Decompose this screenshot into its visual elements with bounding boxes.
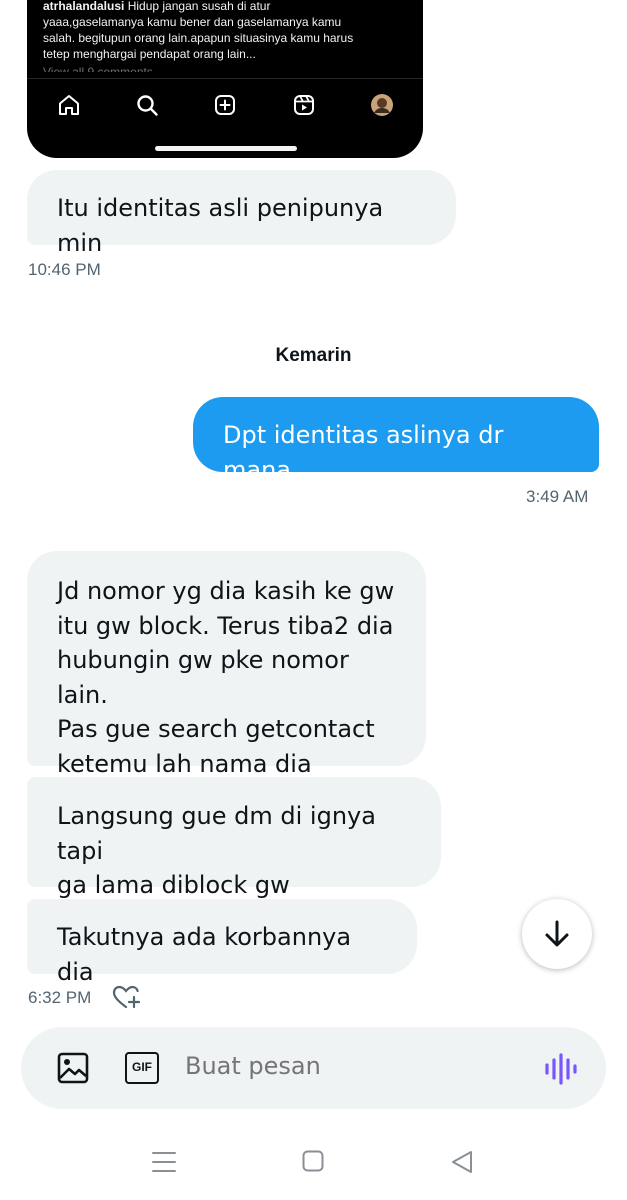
message-composer[interactable]: GIF <box>21 1027 606 1109</box>
message-text-line: ketemu lah nama dia <box>57 749 312 778</box>
voice-message-icon[interactable] <box>543 1052 577 1086</box>
search-icon <box>137 95 158 116</box>
message-text-line: itu gw block. Terus tiba2 dia <box>57 611 394 640</box>
message-text: Takutnya ada korbannya dia <box>57 923 352 986</box>
embedded-author: atrhalandalusi <box>43 0 125 13</box>
home-icon <box>59 95 79 115</box>
add-reaction-icon[interactable] <box>112 984 142 1010</box>
message-bubble-incoming[interactable]: Langsung gue dm di ignya tapi ga lama di… <box>27 777 441 899</box>
gif-icon[interactable]: GIF <box>125 1052 159 1084</box>
image-icon[interactable] <box>57 1052 89 1084</box>
message-text-line: hubungin gw pke nomor lain. <box>57 646 349 709</box>
embedded-home-indicator <box>155 146 297 151</box>
day-separator: Kemarin <box>275 345 352 366</box>
embedded-caption: atrhalandalusi Hidup jangan susah di atu… <box>43 0 413 72</box>
embedded-caption-line1: Hidup jangan susah di atur <box>127 0 271 13</box>
create-icon <box>215 95 235 115</box>
message-bubble-outgoing[interactable]: Dpt identitas aslinya dr mana <box>193 397 599 484</box>
embedded-bottom-nav <box>27 78 423 128</box>
message-bubble-incoming[interactable]: Takutnya ada korbannya dia <box>27 899 417 986</box>
message-text: Dpt identitas aslinya dr mana <box>223 421 504 484</box>
message-bubble-incoming[interactable]: Itu identitas asli penipunya min <box>27 170 456 257</box>
recents-menu-icon[interactable] <box>152 1150 176 1174</box>
scroll-to-bottom-button[interactable] <box>522 899 592 969</box>
message-text-line: ga lama diblock gw <box>57 871 290 899</box>
reels-icon <box>294 95 314 115</box>
embedded-view-comments: View all 9 comments <box>43 65 153 72</box>
message-text-line: Pas gue search getcontact <box>57 715 375 743</box>
message-text: Itu identitas asli penipunya min <box>57 194 384 257</box>
message-text-line: Langsung gue dm di ignya tapi <box>57 802 376 865</box>
back-button-icon[interactable] <box>450 1150 474 1174</box>
message-bubble-incoming[interactable]: Jd nomor yg dia kasih ke gw itu gw block… <box>27 551 426 778</box>
arrow-down-icon <box>545 920 569 947</box>
embedded-screenshot: atrhalandalusi Hidup jangan susah di atu… <box>27 0 423 158</box>
message-input[interactable] <box>185 1052 505 1080</box>
embedded-caption-line2: yaaa,gaselamanya kamu bener dan gaselama… <box>43 15 342 29</box>
embedded-caption-line3: salah. begitupun orang lain.apapun situa… <box>43 31 354 45</box>
embedded-caption-line4: tetep menghargai pendapat orang lain... <box>43 47 256 61</box>
message-text-line: Jd nomor yg dia kasih ke gw <box>57 577 395 605</box>
message-timestamp: 6:32 PM <box>28 988 92 1007</box>
message-timestamp: 3:49 AM <box>526 487 589 506</box>
profile-avatar <box>371 94 393 116</box>
message-timestamp: 10:46 PM <box>28 260 101 279</box>
home-button-icon[interactable] <box>302 1150 324 1172</box>
